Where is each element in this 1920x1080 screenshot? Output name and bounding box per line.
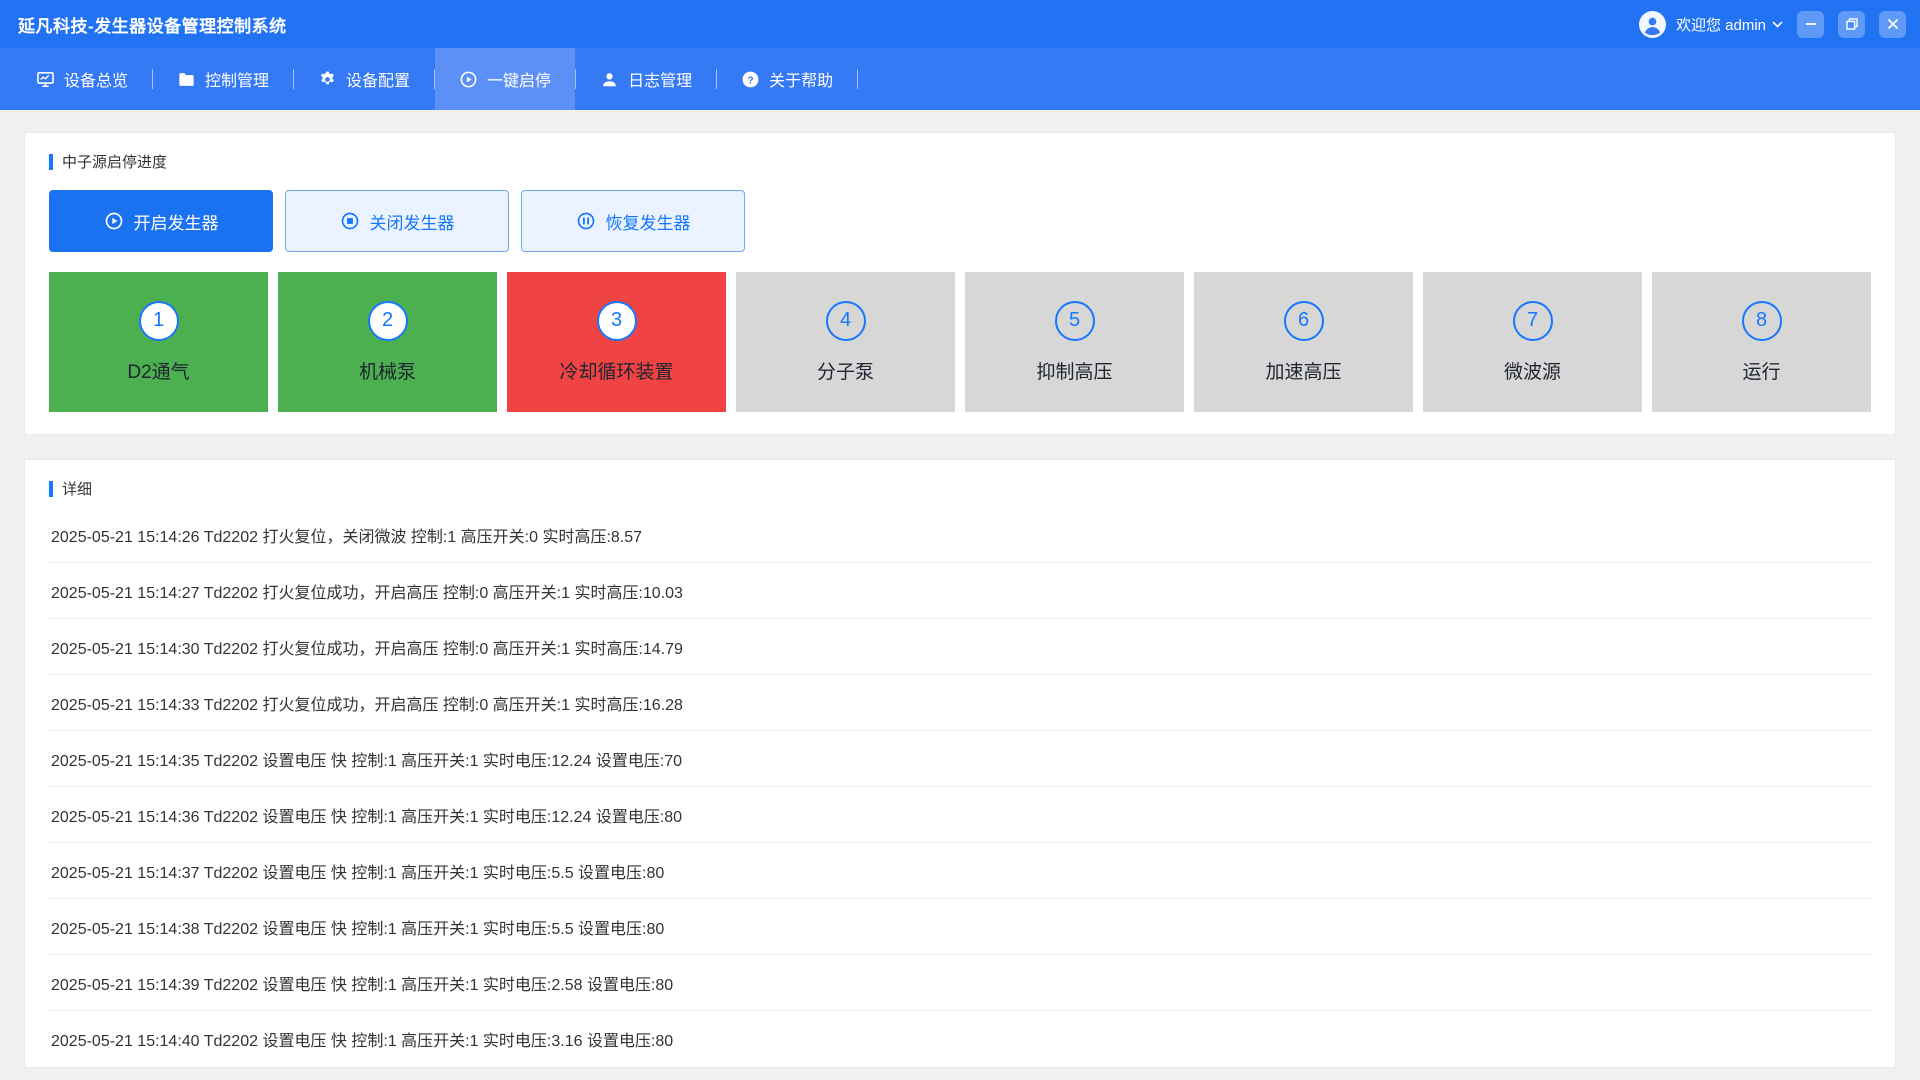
- app-title: 延凡科技-发生器设备管理控制系统: [18, 12, 287, 37]
- titlebar-right: 欢迎您 admin: [1639, 11, 1906, 38]
- panel-header: 中子源启停进度: [49, 151, 1871, 172]
- tab-label: 一键启停: [487, 67, 551, 91]
- step-card-cooling-cycle: 3 冷却循环装置: [507, 272, 726, 412]
- step-label: 运行: [1742, 357, 1780, 384]
- tab-label: 设备配置: [346, 67, 410, 91]
- welcome-text: 欢迎您 admin: [1676, 14, 1766, 35]
- folder-icon: [177, 70, 196, 89]
- tab-device-overview[interactable]: 设备总览: [12, 48, 152, 110]
- step-label: 微波源: [1504, 357, 1561, 384]
- user-icon: [600, 70, 619, 89]
- minimize-icon: [1805, 18, 1817, 30]
- log-list: 2025-05-21 15:14:26 Td2202 打火复位，关闭微波 控制:…: [49, 507, 1871, 1067]
- step-card-molecular-pump: 4 分子泵: [736, 272, 955, 412]
- generator-actions: 开启发生器 关闭发生器 恢复发生器: [49, 190, 1871, 252]
- log-row: 2025-05-21 15:14:35 Td2202 设置电压 快 控制:1 高…: [49, 731, 1871, 787]
- panel-title: 详细: [62, 478, 92, 499]
- play-circle-icon: [104, 211, 124, 231]
- button-label: 关闭发生器: [370, 209, 455, 234]
- log-row: 2025-05-21 15:14:38 Td2202 设置电压 快 控制:1 高…: [49, 899, 1871, 955]
- step-card-accelerate-hv: 6 加速高压: [1194, 272, 1413, 412]
- play-circle-icon: [459, 70, 478, 89]
- step-label: D2通气: [127, 357, 189, 384]
- start-generator-button[interactable]: 开启发生器: [49, 190, 273, 252]
- step-number-badge: 1: [139, 301, 179, 341]
- nav-divider: [857, 69, 858, 89]
- step-number-badge: 8: [1742, 301, 1782, 341]
- step-number-badge: 2: [368, 301, 408, 341]
- tab-control-management[interactable]: 控制管理: [153, 48, 293, 110]
- pause-circle-icon: [576, 211, 596, 231]
- step-number-badge: 6: [1284, 301, 1324, 341]
- panel-title: 中子源启停进度: [62, 151, 167, 172]
- monitor-icon: [36, 70, 55, 89]
- neutron-progress-panel: 中子源启停进度 开启发生器 关闭发生器 恢复发生器 1 D2通气 2: [24, 132, 1896, 435]
- step-number-badge: 3: [597, 301, 637, 341]
- panel-header: 详细: [49, 478, 1871, 499]
- tab-one-key-start-stop[interactable]: 一键启停: [435, 48, 575, 110]
- log-row: 2025-05-21 15:14:26 Td2202 打火复位，关闭微波 控制:…: [49, 507, 1871, 563]
- nav-bar: 设备总览 控制管理 设备配置 一键启停 日志管理 ? 关于帮助: [0, 48, 1920, 110]
- step-label: 分子泵: [817, 357, 874, 384]
- button-label: 恢复发生器: [606, 209, 691, 234]
- log-row: 2025-05-21 15:14:39 Td2202 设置电压 快 控制:1 高…: [49, 955, 1871, 1011]
- tab-device-config[interactable]: 设备配置: [294, 48, 434, 110]
- step-card-suppress-hv: 5 抑制高压: [965, 272, 1184, 412]
- header-accent-bar: [49, 154, 53, 170]
- close-icon: [1887, 18, 1899, 30]
- header-accent-bar: [49, 481, 53, 497]
- svg-text:?: ?: [747, 75, 753, 86]
- tab-label: 控制管理: [205, 67, 269, 91]
- help-icon: ?: [741, 70, 760, 89]
- log-row: 2025-05-21 15:14:33 Td2202 打火复位成功，开启高压 控…: [49, 675, 1871, 731]
- tab-label: 设备总览: [64, 67, 128, 91]
- step-number-badge: 7: [1513, 301, 1553, 341]
- tab-label: 日志管理: [628, 67, 692, 91]
- log-row: 2025-05-21 15:14:30 Td2202 打火复位成功，开启高压 控…: [49, 619, 1871, 675]
- step-label: 加速高压: [1265, 357, 1341, 384]
- chevron-down-icon: [1772, 21, 1783, 28]
- tab-about-help[interactable]: ? 关于帮助: [717, 48, 857, 110]
- user-menu[interactable]: 欢迎您 admin: [1676, 14, 1783, 35]
- step-card-running: 8 运行: [1652, 272, 1871, 412]
- log-row: 2025-05-21 15:14:37 Td2202 设置电压 快 控制:1 高…: [49, 843, 1871, 899]
- user-avatar-icon: [1639, 11, 1666, 38]
- step-label: 冷却循环装置: [559, 357, 673, 384]
- step-label: 机械泵: [359, 357, 416, 384]
- step-card-mechanical-pump: 2 机械泵: [278, 272, 497, 412]
- titlebar: 延凡科技-发生器设备管理控制系统 欢迎您 admin: [0, 0, 1920, 48]
- step-card-microwave-source: 7 微波源: [1423, 272, 1642, 412]
- resume-generator-button[interactable]: 恢复发生器: [521, 190, 745, 252]
- button-label: 开启发生器: [134, 209, 219, 234]
- stop-circle-icon: [340, 211, 360, 231]
- tab-log-management[interactable]: 日志管理: [576, 48, 716, 110]
- maximize-button[interactable]: [1838, 11, 1865, 38]
- step-card-d2-vent: 1 D2通气: [49, 272, 268, 412]
- minimize-button[interactable]: [1797, 11, 1824, 38]
- step-cards: 1 D2通气 2 机械泵 3 冷却循环装置 4 分子泵 5 抑制高压 6 加速高…: [49, 272, 1871, 412]
- close-button[interactable]: [1879, 11, 1906, 38]
- step-number-badge: 5: [1055, 301, 1095, 341]
- log-row: 2025-05-21 15:14:36 Td2202 设置电压 快 控制:1 高…: [49, 787, 1871, 843]
- log-row: 2025-05-21 15:14:40 Td2202 设置电压 快 控制:1 高…: [49, 1011, 1871, 1067]
- tab-label: 关于帮助: [769, 67, 833, 91]
- gear-icon: [318, 70, 337, 89]
- maximize-icon: [1846, 18, 1858, 30]
- main-content: 中子源启停进度 开启发生器 关闭发生器 恢复发生器 1 D2通气 2: [0, 110, 1920, 1080]
- log-row: 2025-05-21 15:14:27 Td2202 打火复位成功，开启高压 控…: [49, 563, 1871, 619]
- step-number-badge: 4: [826, 301, 866, 341]
- step-label: 抑制高压: [1036, 357, 1112, 384]
- detail-log-panel: 详细 2025-05-21 15:14:26 Td2202 打火复位，关闭微波 …: [24, 459, 1896, 1068]
- stop-generator-button[interactable]: 关闭发生器: [285, 190, 509, 252]
